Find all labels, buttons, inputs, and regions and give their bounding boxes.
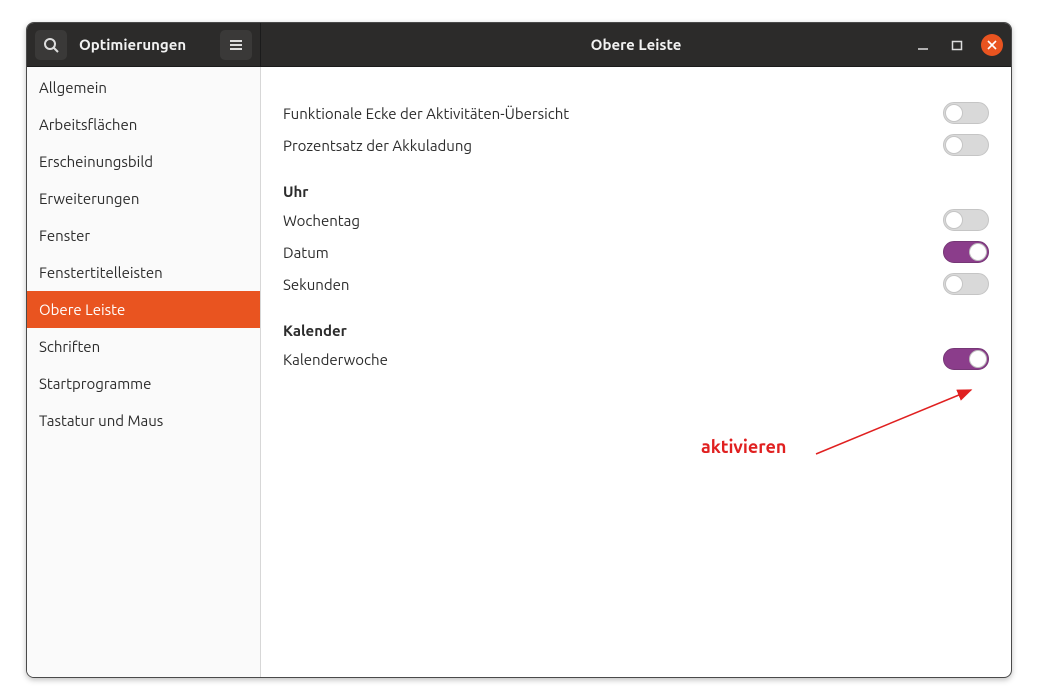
toggle-hotcorner[interactable] bbox=[943, 102, 989, 124]
headerbar-right: Obere Leiste bbox=[261, 23, 1011, 66]
menu-button[interactable] bbox=[220, 30, 252, 60]
sidebar-item[interactable]: Tastatur und Maus bbox=[27, 402, 260, 439]
row-hotcorner: Funktionale Ecke der Aktivitäten-Übersic… bbox=[283, 97, 989, 129]
close-button[interactable] bbox=[981, 34, 1003, 56]
sidebar-item[interactable]: Schriften bbox=[27, 328, 260, 365]
sidebar-item[interactable]: Erweiterungen bbox=[27, 180, 260, 217]
toggle-weekday[interactable] bbox=[943, 209, 989, 231]
sidebar: AllgemeinArbeitsflächenErscheinungsbildE… bbox=[27, 67, 261, 677]
headerbar-left: Optimierungen bbox=[27, 23, 261, 66]
row-date: Datum bbox=[283, 236, 989, 268]
section-clock: Uhr bbox=[283, 183, 989, 200]
toggle-weeknumbers[interactable] bbox=[943, 348, 989, 370]
search-icon bbox=[43, 37, 59, 53]
sidebar-item[interactable]: Startprogramme bbox=[27, 365, 260, 402]
close-icon bbox=[987, 40, 997, 50]
label-seconds: Sekunden bbox=[283, 276, 943, 293]
toggle-seconds[interactable] bbox=[943, 273, 989, 295]
section-calendar: Kalender bbox=[283, 322, 989, 339]
label-weekday: Wochentag bbox=[283, 212, 943, 229]
label-hotcorner: Funktionale Ecke der Aktivitäten-Übersic… bbox=[283, 105, 943, 122]
app-title: Optimierungen bbox=[69, 36, 218, 53]
toggle-date[interactable] bbox=[943, 241, 989, 263]
window-body: AllgemeinArbeitsflächenErscheinungsbildE… bbox=[27, 67, 1011, 677]
headerbar: Optimierungen Obere Leiste bbox=[27, 23, 1011, 67]
annotation-text: aktivieren bbox=[701, 437, 786, 457]
annotation-arrow bbox=[811, 382, 981, 462]
maximize-icon bbox=[951, 39, 963, 51]
sidebar-item[interactable]: Arbeitsflächen bbox=[27, 106, 260, 143]
row-battery: Prozentsatz der Akkuladung bbox=[283, 129, 989, 161]
row-seconds: Sekunden bbox=[283, 268, 989, 300]
label-battery: Prozentsatz der Akkuladung bbox=[283, 137, 943, 154]
label-weeknumbers: Kalenderwoche bbox=[283, 351, 943, 368]
content-area: Funktionale Ecke der Aktivitäten-Übersic… bbox=[261, 67, 1011, 677]
row-weekday: Wochentag bbox=[283, 204, 989, 236]
minimize-button[interactable] bbox=[913, 35, 933, 55]
sidebar-item[interactable]: Erscheinungsbild bbox=[27, 143, 260, 180]
sidebar-item[interactable]: Fenstertitelleisten bbox=[27, 254, 260, 291]
maximize-button[interactable] bbox=[947, 35, 967, 55]
sidebar-item[interactable]: Obere Leiste bbox=[27, 291, 260, 328]
sidebar-item[interactable]: Allgemein bbox=[27, 69, 260, 106]
window-controls bbox=[913, 34, 1011, 56]
label-date: Datum bbox=[283, 244, 943, 261]
tweaks-window: Optimierungen Obere Leiste AllgemeinArbe… bbox=[26, 22, 1012, 678]
hamburger-icon bbox=[228, 37, 244, 53]
search-button[interactable] bbox=[35, 30, 67, 60]
sidebar-item[interactable]: Fenster bbox=[27, 217, 260, 254]
minimize-icon bbox=[917, 39, 929, 51]
page-title: Obere Leiste bbox=[261, 36, 1011, 53]
row-weeknumbers: Kalenderwoche bbox=[283, 343, 989, 375]
toggle-battery[interactable] bbox=[943, 134, 989, 156]
